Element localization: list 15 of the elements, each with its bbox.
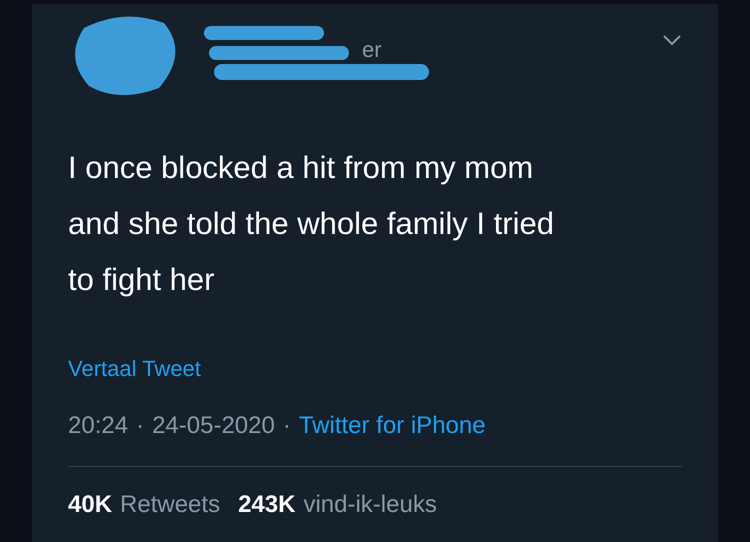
- chevron-down-icon[interactable]: [662, 34, 682, 46]
- translate-link[interactable]: Vertaal Tweet: [68, 356, 201, 382]
- tweet-text-line: I once blocked a hit from my mom: [68, 149, 534, 187]
- stat-label: vind-ik-leuks: [303, 491, 437, 519]
- source-link[interactable]: Twitter for iPhone: [298, 412, 486, 440]
- tweet-text-line: and she told the whole family I tried: [68, 205, 555, 243]
- tweet-time: 20:24: [68, 412, 128, 440]
- tweet-date: 24-05-2020: [152, 412, 275, 440]
- separator-dot: ·: [282, 412, 291, 440]
- separator-dot: ·: [136, 412, 144, 440]
- stat-label: Retweets: [120, 491, 220, 519]
- stat-count: 243K: [238, 491, 296, 519]
- handle-text: er: [362, 38, 382, 62]
- tweet-text-line: to fight her: [68, 261, 216, 299]
- stat-count: 40K: [68, 491, 112, 519]
